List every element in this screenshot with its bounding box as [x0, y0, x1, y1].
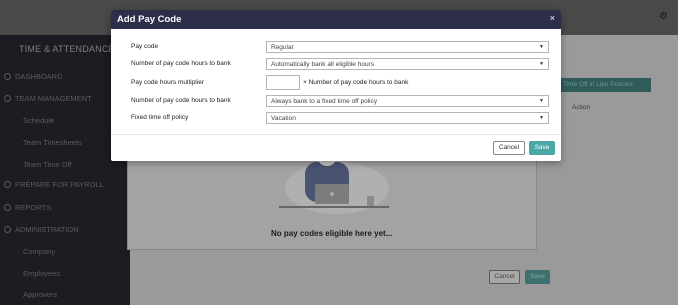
- dashboard-icon: [4, 73, 11, 80]
- sidebar-item-team-management[interactable]: TEAM MANAGEMENT: [4, 94, 92, 103]
- sidebar-item-company[interactable]: Company: [23, 247, 55, 256]
- sidebar-item-approvers[interactable]: Approvers: [23, 290, 57, 299]
- hours-to-bank-policy-label: Number of pay code hours to bank: [131, 97, 231, 104]
- fixed-policy-label: Fixed time off policy: [131, 114, 189, 121]
- fixed-policy-select[interactable]: Vacation ▼: [266, 112, 549, 124]
- hours-to-bank-row: Number of pay code hours to bank Automat…: [131, 58, 549, 72]
- sidebar-item-employees[interactable]: Employees: [23, 269, 60, 278]
- background-save-button[interactable]: Save: [525, 270, 550, 284]
- multiplier-label: Pay code hours multiplier: [131, 79, 204, 86]
- caret-down-icon: ▼: [539, 115, 544, 121]
- admin-icon: [4, 226, 11, 233]
- sidebar-item-team-time-off[interactable]: Team Time Off: [23, 160, 72, 169]
- fixed-policy-row: Fixed time off policy Vacation ▼: [131, 112, 549, 126]
- modal-header: Add Pay Code ×: [111, 10, 561, 29]
- add-pay-code-modal: Add Pay Code × Pay code Regular ▼ Number…: [111, 10, 561, 161]
- close-icon[interactable]: ×: [550, 13, 555, 23]
- footer-divider: [111, 134, 561, 135]
- cancel-button[interactable]: Cancel: [493, 141, 525, 155]
- hours-to-bank-select[interactable]: Automatically bank all eligible hours ▼: [266, 58, 549, 70]
- payroll-icon: [4, 181, 11, 188]
- save-button[interactable]: Save: [529, 141, 555, 155]
- modal-title: Add Pay Code: [117, 14, 182, 25]
- time-off-in-lieu-policies-button[interactable]: Time Off in Lieu Policies: [558, 78, 651, 92]
- hours-to-bank-policy-row: Number of pay code hours to bank Always …: [131, 95, 549, 109]
- action-column-header: Action: [572, 104, 591, 111]
- multiplier-input[interactable]: [266, 75, 300, 90]
- sidebar-item-administration[interactable]: ADMINISTRATION: [4, 225, 79, 234]
- caret-down-icon: ▼: [539, 98, 544, 104]
- pay-code-row: Pay code Regular ▼: [131, 41, 549, 55]
- team-icon: [4, 95, 11, 102]
- sidebar-item-dashboard[interactable]: DASHBOARD: [4, 72, 63, 81]
- sidebar-item-prepare-payroll[interactable]: PREPARE FOR PAYROLL: [4, 180, 104, 189]
- multiplier-row: Pay code hours multiplier × Number of pa…: [131, 75, 549, 91]
- pay-code-label: Pay code: [131, 43, 159, 50]
- background-cancel-button[interactable]: Cancel: [489, 270, 520, 284]
- sidebar-item-reports[interactable]: REPORTS: [4, 203, 51, 212]
- sidebar-title: TIME & ATTENDANCE: [19, 44, 115, 54]
- sidebar-item-team-timesheets[interactable]: Team Timesheets: [23, 138, 82, 147]
- pay-code-select[interactable]: Regular ▼: [266, 41, 549, 53]
- caret-down-icon: ▼: [539, 44, 544, 50]
- hours-to-bank-policy-select[interactable]: Always bank to a fixed time off policy ▼: [266, 95, 549, 107]
- sidebar-item-schedule[interactable]: Schedule: [23, 116, 54, 125]
- multiplier-suffix: × Number of pay code hours to bank: [303, 79, 409, 86]
- reports-icon: [4, 204, 11, 211]
- hours-to-bank-label: Number of pay code hours to bank: [131, 60, 231, 67]
- caret-down-icon: ▼: [539, 61, 544, 67]
- gear-icon[interactable]: ⚙: [659, 11, 668, 22]
